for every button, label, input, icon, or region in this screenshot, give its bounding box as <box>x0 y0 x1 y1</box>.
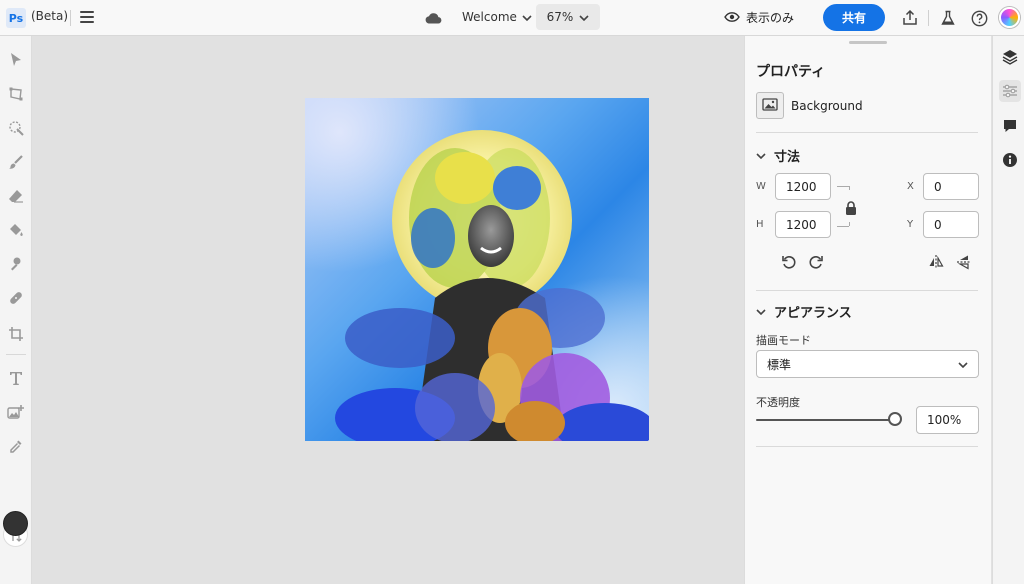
info-icon[interactable] <box>999 149 1021 171</box>
zoom-selector[interactable]: 67% <box>536 4 600 30</box>
crop-icon[interactable] <box>6 324 26 344</box>
link-bracket <box>837 186 849 187</box>
document-selector[interactable]: Welcome <box>462 10 532 24</box>
panel-title: プロパティ <box>756 64 826 80</box>
blend-mode-label: 描画モード <box>756 334 811 347</box>
comments-icon[interactable] <box>999 115 1021 137</box>
blend-mode-select[interactable]: 標準 <box>756 350 979 378</box>
dimensions-heading: 寸法 <box>774 150 801 165</box>
cloud-icon[interactable] <box>424 10 442 29</box>
panel-drag-handle[interactable] <box>849 41 887 44</box>
panel-rail <box>992 36 1024 584</box>
chevron-down-icon <box>522 10 532 24</box>
eye-icon <box>724 11 740 25</box>
divider <box>6 354 26 355</box>
chevron-down-icon <box>756 148 766 163</box>
width-field[interactable]: 1200 <box>775 173 831 200</box>
app-logo: Ps <box>6 8 26 28</box>
rotate-right-icon[interactable] <box>807 253 825 271</box>
x-label: X <box>907 181 914 192</box>
properties-panel: プロパティ Background 寸法 W 1200 H 1200 X 0 Y … <box>744 36 991 584</box>
chevron-down-icon <box>579 10 589 24</box>
paint-bucket-icon[interactable] <box>6 220 26 240</box>
y-field[interactable]: 0 <box>923 211 979 238</box>
view-only-toggle[interactable]: 表示のみ <box>724 9 794 26</box>
appearance-section-header[interactable]: アピアランス <box>756 302 852 321</box>
divider <box>756 132 978 133</box>
divider <box>928 10 929 26</box>
brush-icon[interactable] <box>6 152 26 172</box>
blend-mode-value: 標準 <box>767 357 792 372</box>
layer-name: Background <box>791 99 863 113</box>
menu-icon[interactable] <box>80 11 94 23</box>
layer-thumbnail <box>756 92 784 119</box>
canvas-area[interactable] <box>33 36 743 584</box>
tool-bar <box>0 36 32 584</box>
flip-vertical-icon[interactable] <box>955 253 973 271</box>
foreground-color-swatch[interactable] <box>3 511 28 536</box>
image-icon <box>762 96 778 115</box>
link-bracket <box>849 222 850 226</box>
top-bar: Ps (Beta) Welcome 67% 表示のみ 共有 <box>0 0 1024 36</box>
quick-select-icon[interactable] <box>6 118 26 138</box>
zoom-level: 67% <box>546 10 574 24</box>
opacity-slider-track[interactable] <box>756 419 893 421</box>
rotate-left-icon[interactable] <box>780 253 798 271</box>
divider <box>70 10 71 26</box>
divider <box>756 446 978 447</box>
clone-stamp-icon[interactable] <box>6 254 26 274</box>
height-label: H <box>756 219 764 230</box>
x-field[interactable]: 0 <box>923 173 979 200</box>
y-label: Y <box>907 219 914 230</box>
eyedropper-icon[interactable] <box>6 436 26 456</box>
height-field[interactable]: 1200 <box>775 211 831 238</box>
beta-label: (Beta) <box>31 9 69 23</box>
link-bracket <box>849 186 850 190</box>
view-only-label: 表示のみ <box>746 11 795 25</box>
help-icon[interactable] <box>969 8 989 28</box>
document-name: Welcome <box>462 10 517 24</box>
width-label: W <box>756 181 766 192</box>
divider <box>756 290 978 291</box>
opacity-slider-thumb[interactable] <box>888 412 902 426</box>
upload-icon[interactable] <box>900 8 920 28</box>
adjustments-icon[interactable] <box>999 80 1021 102</box>
eraser-icon[interactable] <box>6 186 26 206</box>
add-image-icon[interactable] <box>6 402 26 422</box>
type-icon[interactable] <box>6 368 26 388</box>
appearance-heading: アピアランス <box>774 306 852 321</box>
select-icon[interactable] <box>6 50 26 70</box>
chevron-down-icon <box>756 304 766 319</box>
user-avatar[interactable] <box>999 7 1020 28</box>
lock-icon[interactable] <box>845 200 857 215</box>
chevron-down-icon <box>958 357 968 371</box>
document-canvas-artwork[interactable] <box>305 98 649 441</box>
opacity-label: 不透明度 <box>756 396 800 409</box>
link-bracket <box>837 226 849 227</box>
layers-icon[interactable] <box>999 46 1021 68</box>
dimensions-section-header[interactable]: 寸法 <box>756 146 800 165</box>
opacity-field[interactable]: 100% <box>916 406 979 434</box>
share-button[interactable]: 共有 <box>823 4 885 31</box>
beaker-icon[interactable] <box>938 8 958 28</box>
flip-horizontal-icon[interactable] <box>927 253 945 271</box>
healing-icon[interactable] <box>6 288 26 308</box>
transform-icon[interactable] <box>6 84 26 104</box>
